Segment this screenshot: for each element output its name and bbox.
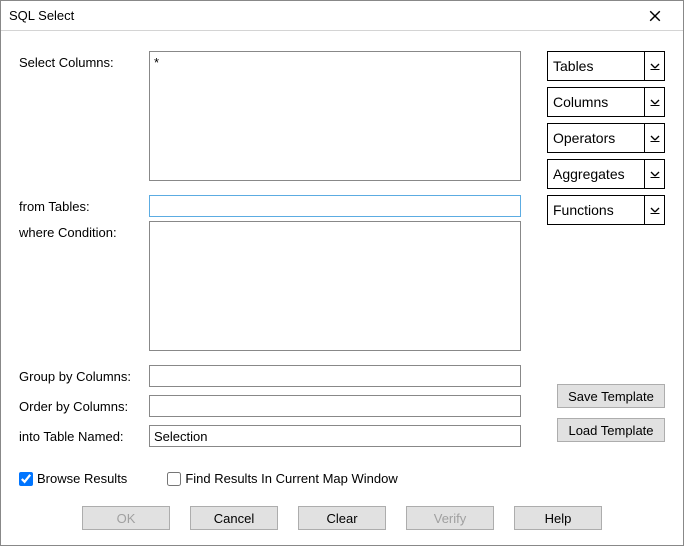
- functions-dropdown-label: Functions: [548, 202, 644, 218]
- aggregates-dropdown[interactable]: Aggregates: [547, 159, 665, 189]
- chevron-down-icon: [644, 52, 664, 80]
- help-button[interactable]: Help: [514, 506, 602, 530]
- order-by-input[interactable]: [149, 395, 521, 417]
- cancel-button[interactable]: Cancel: [190, 506, 278, 530]
- select-columns-label: Select Columns:: [19, 51, 149, 70]
- chevron-down-icon: [644, 196, 664, 224]
- titlebar: SQL Select: [1, 1, 683, 31]
- browse-results-label: Browse Results: [37, 471, 127, 486]
- order-by-label: Order by Columns:: [19, 395, 149, 414]
- close-button[interactable]: [635, 2, 675, 30]
- tables-dropdown[interactable]: Tables: [547, 51, 665, 81]
- checkbox-row: Browse Results Find Results In Current M…: [19, 471, 665, 486]
- save-template-button[interactable]: Save Template: [557, 384, 665, 408]
- from-tables-input[interactable]: [149, 195, 521, 217]
- aggregates-dropdown-label: Aggregates: [548, 166, 644, 182]
- tables-dropdown-label: Tables: [548, 58, 644, 74]
- sql-select-dialog: SQL Select Tables Columns Operators Aggr…: [0, 0, 684, 546]
- select-columns-input[interactable]: [149, 51, 521, 181]
- find-in-map-label: Find Results In Current Map Window: [185, 471, 397, 486]
- template-buttons: Save Template Load Template: [557, 384, 665, 452]
- browse-results-input[interactable]: [19, 472, 33, 486]
- clear-button[interactable]: Clear: [298, 506, 386, 530]
- dialog-buttons: OK Cancel Clear Verify Help: [19, 506, 665, 530]
- operators-dropdown-label: Operators: [548, 130, 644, 146]
- group-by-label: Group by Columns:: [19, 365, 149, 384]
- operators-dropdown[interactable]: Operators: [547, 123, 665, 153]
- verify-button[interactable]: Verify: [406, 506, 494, 530]
- into-table-input[interactable]: [149, 425, 521, 447]
- where-condition-input[interactable]: [149, 221, 521, 351]
- chevron-down-icon: [644, 160, 664, 188]
- columns-dropdown[interactable]: Columns: [547, 87, 665, 117]
- chevron-down-icon: [644, 124, 664, 152]
- into-table-label: into Table Named:: [19, 425, 149, 444]
- functions-dropdown[interactable]: Functions: [547, 195, 665, 225]
- from-tables-label: from Tables:: [19, 195, 149, 214]
- dialog-title: SQL Select: [9, 8, 635, 23]
- find-in-map-input[interactable]: [167, 472, 181, 486]
- dropdown-stack: Tables Columns Operators Aggregates Func…: [547, 51, 665, 231]
- browse-results-checkbox[interactable]: Browse Results: [19, 471, 127, 486]
- dialog-content: Tables Columns Operators Aggregates Func…: [1, 31, 683, 542]
- ok-button[interactable]: OK: [82, 506, 170, 530]
- where-condition-label: where Condition:: [19, 221, 149, 240]
- columns-dropdown-label: Columns: [548, 94, 644, 110]
- chevron-down-icon: [644, 88, 664, 116]
- find-in-map-checkbox[interactable]: Find Results In Current Map Window: [167, 471, 397, 486]
- group-by-input[interactable]: [149, 365, 521, 387]
- load-template-button[interactable]: Load Template: [557, 418, 665, 442]
